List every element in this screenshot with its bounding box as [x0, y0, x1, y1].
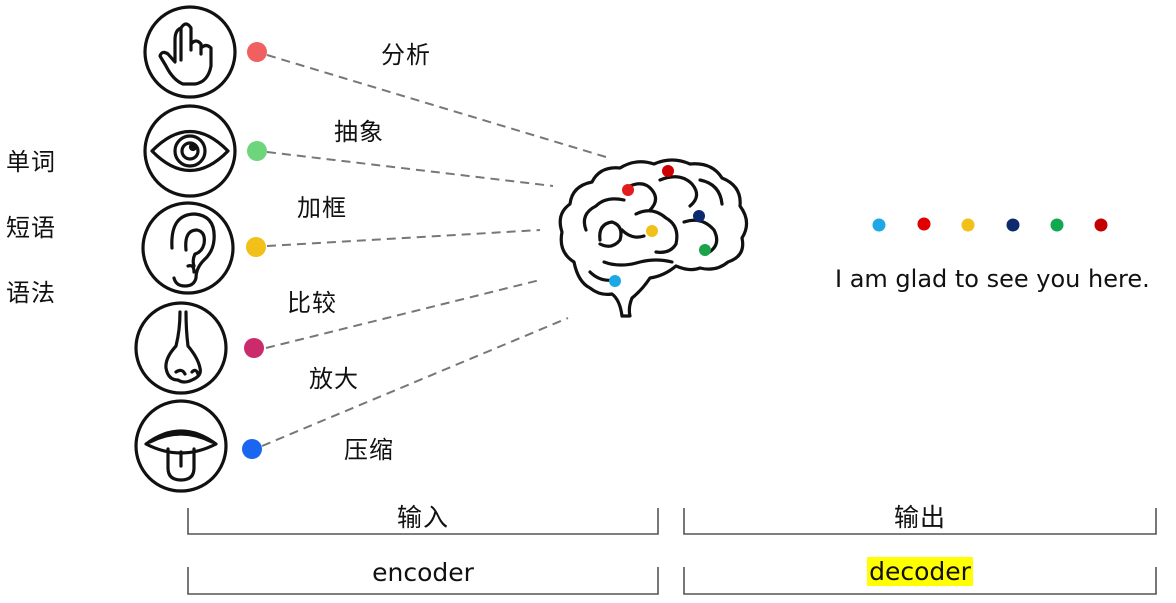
- brain-dot-cyan: [609, 275, 621, 287]
- action-label-analyze: 分析: [381, 41, 431, 69]
- output-dot: [872, 218, 886, 232]
- left-label-grammar: 语法: [6, 279, 56, 307]
- action-label-compare: 比较: [287, 289, 337, 317]
- hand-pointer-icon: [143, 5, 237, 99]
- output-dot: [961, 218, 975, 232]
- encoder-label: encoder: [372, 558, 474, 587]
- action-label-abstract: 抽象: [334, 118, 384, 146]
- output-dot: [1050, 218, 1064, 232]
- input-label: 输入: [396, 503, 449, 532]
- brain-dot-yellow: [646, 225, 658, 237]
- left-label-words: 单词: [6, 148, 56, 176]
- action-label-enlarge: 放大: [309, 365, 359, 393]
- sense-dot-green: [247, 141, 267, 161]
- brain-icon: [558, 158, 749, 318]
- brain-dot-red: [622, 184, 634, 196]
- connector-line: [261, 317, 569, 447]
- sense-dot-yellow: [246, 237, 266, 257]
- output-dot: [917, 217, 931, 231]
- ear-icon: [141, 201, 235, 295]
- output-dot: [1094, 218, 1108, 232]
- brain-dot-darkred: [662, 165, 674, 177]
- decoder-label-wrap: decoder: [684, 557, 1156, 586]
- sense-dot-red: [247, 42, 267, 62]
- eye-icon: [143, 104, 237, 198]
- sense-dot-blue: [242, 439, 262, 459]
- brain-dot-green: [699, 244, 711, 256]
- mouth-tongue-icon: [134, 399, 228, 493]
- connector-line: [266, 229, 541, 247]
- output-label: 输出: [893, 503, 946, 532]
- connector-line: [266, 54, 607, 158]
- left-label-phrases: 短语: [6, 214, 56, 242]
- action-label-compress: 压缩: [344, 436, 394, 464]
- nose-icon: [134, 301, 228, 395]
- output-sentence: I am glad to see you here.: [835, 265, 1150, 293]
- sense-dot-magenta: [244, 338, 264, 358]
- action-label-frame: 加框: [297, 194, 347, 222]
- connector-line: [266, 151, 554, 187]
- brain-dot-navy: [693, 210, 705, 222]
- decoder-label: decoder: [867, 557, 973, 586]
- output-dot: [1006, 218, 1020, 232]
